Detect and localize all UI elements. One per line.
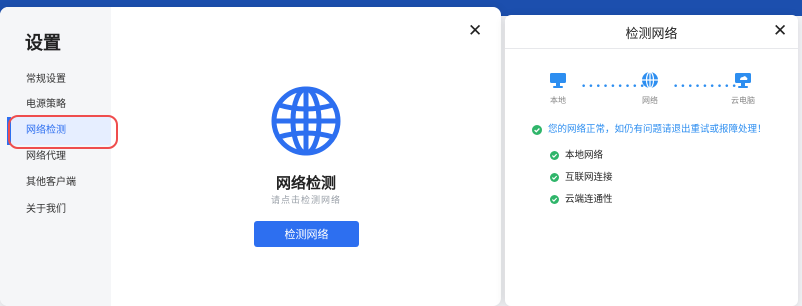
- node-network-label: 网络: [642, 96, 658, 105]
- network-detect-panel: 检测网络 ✕ 本地 ••••••••• 网络 ••••••••• 云电脑 您的网…: [505, 15, 798, 306]
- highlight-annotation: [8, 115, 118, 149]
- check-item-local-network: 本地网络: [550, 147, 603, 161]
- node-cloud-label: 云电脑: [731, 96, 755, 105]
- node-cloud: 云电脑: [727, 71, 759, 106]
- sidebar-item-about[interactable]: 关于我们: [26, 201, 66, 219]
- check-circle-icon: [550, 151, 559, 160]
- node-local: 本地: [545, 71, 571, 106]
- check-item-cloud: 云端连通性: [550, 191, 613, 205]
- sidebar-item-proxy[interactable]: 网络代理: [26, 148, 66, 166]
- close-icon[interactable]: ✕: [773, 23, 787, 40]
- node-local-label: 本地: [550, 96, 566, 105]
- cloud-computer-icon: [735, 73, 751, 88]
- globe-icon: [271, 86, 341, 156]
- settings-sidebar: 设置 常规设置 电源策略 网络检测 网络代理 其他客户端 关于我们: [0, 7, 111, 306]
- computer-icon: [550, 73, 566, 88]
- globe-icon: [642, 71, 658, 89]
- sidebar-item-power[interactable]: 电源策略: [26, 96, 66, 114]
- check-circle-icon: [550, 195, 559, 204]
- network-detect-title: 网络检测: [275, 174, 336, 192]
- panel-title: 检测网络: [625, 27, 678, 42]
- panel-header: 检测网络 ✕: [505, 15, 798, 49]
- network-detect-hint: 请点击检测网络: [270, 196, 341, 206]
- node-network: 网络: [637, 71, 663, 106]
- close-icon[interactable]: ✕: [468, 23, 482, 40]
- sidebar-item-general[interactable]: 常规设置: [26, 71, 66, 89]
- check-circle-icon: [532, 124, 542, 135]
- check-item-label: 本地网络: [565, 150, 604, 161]
- settings-title: 设置: [25, 33, 61, 54]
- network-status: 您的网络正常，如仍有问题请退出重试或报障处理！: [532, 121, 767, 135]
- detect-network-button[interactable]: 检测网络: [254, 221, 359, 247]
- check-circle-icon: [550, 173, 559, 182]
- check-item-label: 互联网连接: [565, 172, 613, 183]
- network-status-text: 您的网络正常，如仍有问题请退出重试或报障处理！: [548, 124, 767, 135]
- settings-dialog: 设置 常规设置 电源策略 网络检测 网络代理 其他客户端 关于我们 网络检测 请…: [0, 7, 501, 306]
- network-detect-content: 网络检测 请点击检测网络 检测网络: [111, 7, 501, 306]
- check-item-label: 云端连通性: [565, 194, 613, 205]
- sidebar-item-other-clients[interactable]: 其他客户端: [26, 174, 76, 192]
- check-item-internet: 互联网连接: [550, 169, 613, 183]
